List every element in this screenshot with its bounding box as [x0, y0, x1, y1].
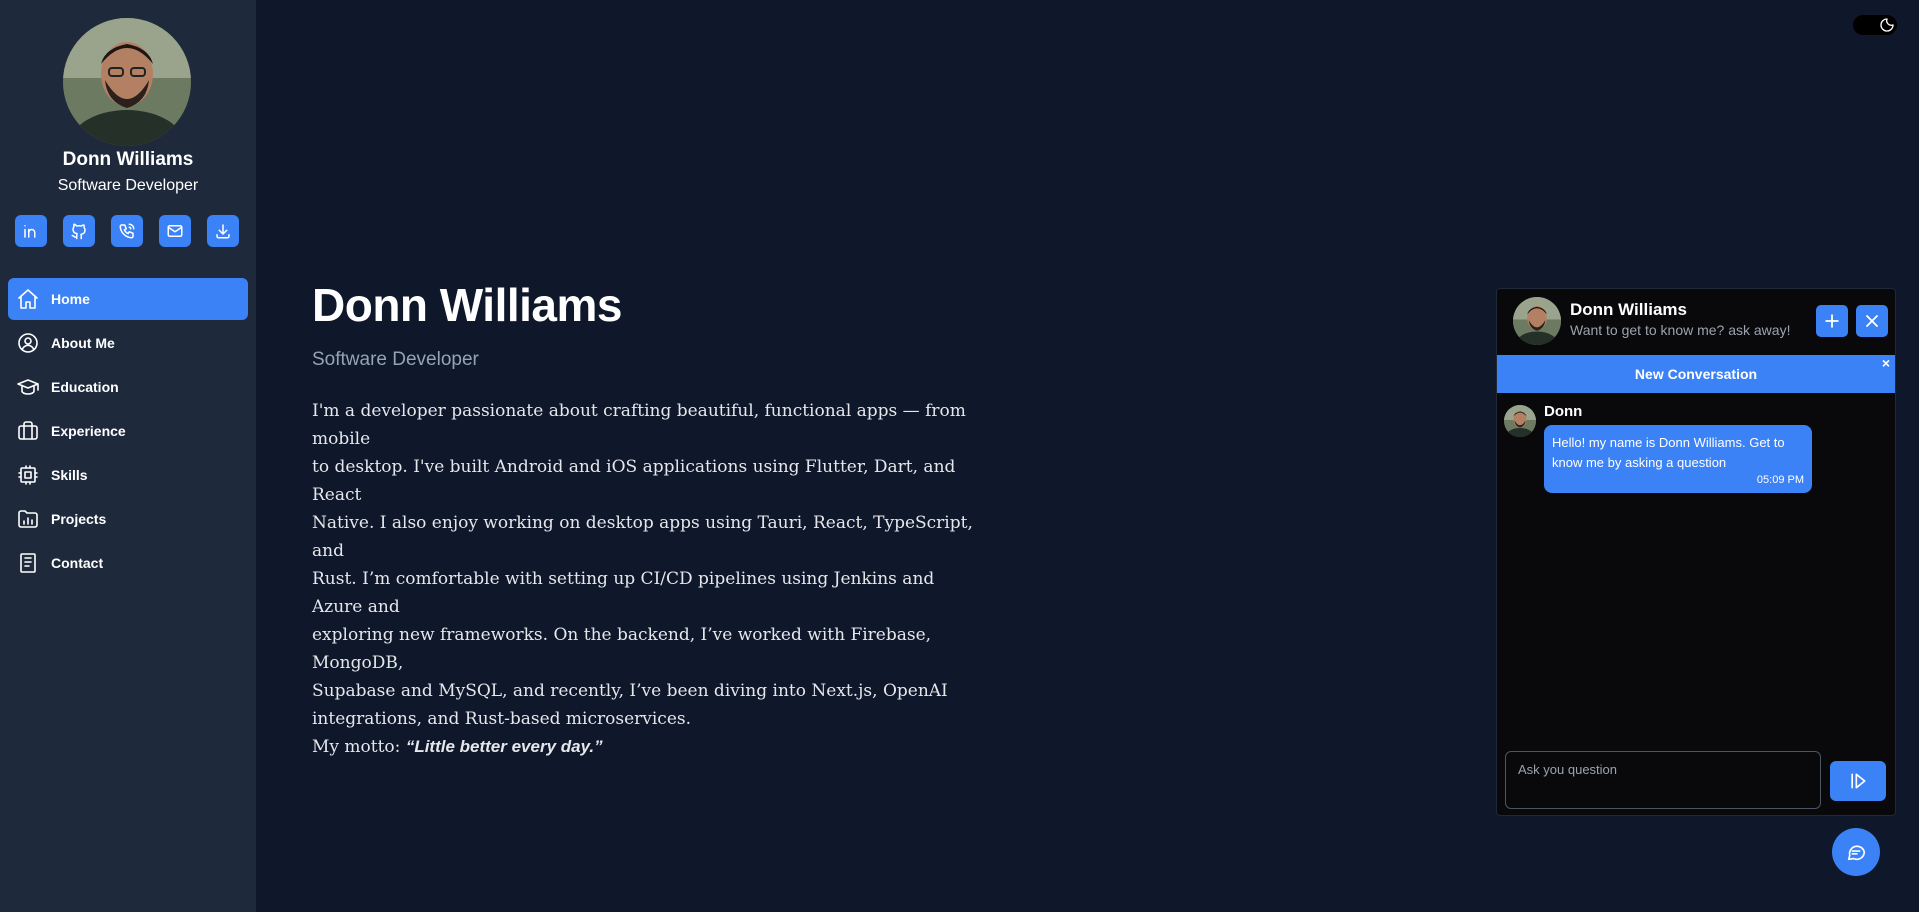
nav-item-contact[interactable]: Contact — [8, 542, 248, 584]
email-button[interactable] — [159, 215, 191, 247]
send-button[interactable] — [1830, 761, 1886, 801]
nav-label-home: Home — [51, 291, 90, 307]
motto-quote: “Little better every day.” — [405, 737, 603, 756]
chat-input[interactable] — [1505, 751, 1821, 809]
folder-chart-icon — [16, 507, 40, 531]
close-icon — [1866, 315, 1878, 327]
nav-label-about: About Me — [51, 335, 115, 351]
linkedin-button[interactable] — [15, 215, 47, 247]
bio-text: I'm a developer passionate about craftin… — [312, 397, 984, 761]
download-icon — [216, 224, 230, 239]
mail-icon — [167, 225, 183, 237]
message-time: 05:09 PM — [1756, 474, 1804, 486]
linkedin-icon — [24, 225, 36, 238]
nav-item-education[interactable]: Education — [8, 366, 248, 408]
nav-label-projects: Projects — [51, 511, 107, 527]
chat-avatar — [1513, 297, 1561, 345]
chat-bubble-icon — [1847, 845, 1866, 861]
phone-button[interactable] — [111, 215, 143, 247]
chip-icon — [16, 463, 40, 487]
nav-label-education: Education — [51, 379, 119, 395]
graduation-cap-icon — [16, 375, 40, 399]
home-icon — [16, 287, 40, 311]
chat-fab-button[interactable] — [1832, 828, 1880, 876]
chat-header: Donn Williams Want to get to know me? as… — [1497, 289, 1895, 355]
message-sender: Donn — [1544, 403, 1583, 420]
moon-icon — [1880, 18, 1894, 32]
nav-label-contact: Contact — [51, 555, 104, 571]
profile-name: Donn Williams — [62, 149, 194, 170]
banner-close-button[interactable]: × — [1882, 344, 1890, 382]
github-button[interactable] — [63, 215, 95, 247]
nav-label-skills: Skills — [51, 467, 88, 483]
nav-label-experience: Experience — [51, 423, 126, 439]
hero-title: Donn Williams — [312, 279, 623, 331]
user-circle-icon — [16, 331, 40, 355]
chat-widget: Donn Williams Want to get to know me? as… — [1496, 288, 1896, 816]
motto-line: My motto: “Little better every day.” — [312, 733, 984, 761]
motto-label: My motto: — [312, 737, 406, 757]
new-conversation-banner: New Conversation × — [1497, 355, 1895, 393]
social-links — [15, 215, 239, 247]
message-text: Hello! my name is Donn Williams. Get to … — [1552, 435, 1785, 470]
hero-subtitle: Software Developer — [312, 349, 479, 370]
bio-line: I'm a developer passionate about craftin… — [312, 401, 966, 449]
phone-icon — [119, 223, 135, 239]
theme-toggle[interactable] — [1853, 15, 1897, 35]
send-icon — [1851, 773, 1866, 789]
bio-line: to desktop. I've built Android and iOS a… — [312, 457, 956, 505]
nav-item-skills[interactable]: Skills — [8, 454, 248, 496]
nav-item-home[interactable]: Home — [8, 278, 248, 320]
bio-line: Rust. I’m comfortable with setting up CI… — [312, 569, 935, 617]
chat-header-name: Donn Williams — [1570, 300, 1687, 319]
nav-item-about[interactable]: About Me — [8, 322, 248, 364]
plus-icon — [1825, 314, 1839, 328]
chat-header-tagline: Want to get to know me? ask away! — [1570, 322, 1791, 338]
bio-line: integrations, and Rust-based microservic… — [312, 709, 692, 729]
nav-item-experience[interactable]: Experience — [8, 410, 248, 452]
briefcase-icon — [16, 419, 40, 443]
download-cv-button[interactable] — [207, 215, 239, 247]
new-conversation-button[interactable] — [1816, 305, 1848, 337]
close-chat-button[interactable] — [1856, 305, 1888, 337]
sidebar-nav: Home About Me Education Experience Skill… — [8, 278, 248, 586]
profile-role: Software Developer — [57, 177, 199, 194]
bio-line: exploring new frameworks. On the backend… — [312, 625, 932, 673]
document-icon — [16, 551, 40, 575]
message-avatar — [1504, 405, 1536, 437]
message-bubble: Hello! my name is Donn Williams. Get to … — [1544, 425, 1812, 493]
profile-avatar — [63, 18, 191, 146]
github-icon — [71, 223, 86, 240]
bio-line: Supabase and MySQL, and recently, I’ve b… — [312, 681, 948, 701]
bio-line: Native. I also enjoy working on desktop … — [312, 513, 973, 561]
sidebar: Donn Williams Software Developer Home Ab… — [0, 0, 256, 912]
nav-item-projects[interactable]: Projects — [8, 498, 248, 540]
banner-text: New Conversation — [1634, 366, 1758, 382]
